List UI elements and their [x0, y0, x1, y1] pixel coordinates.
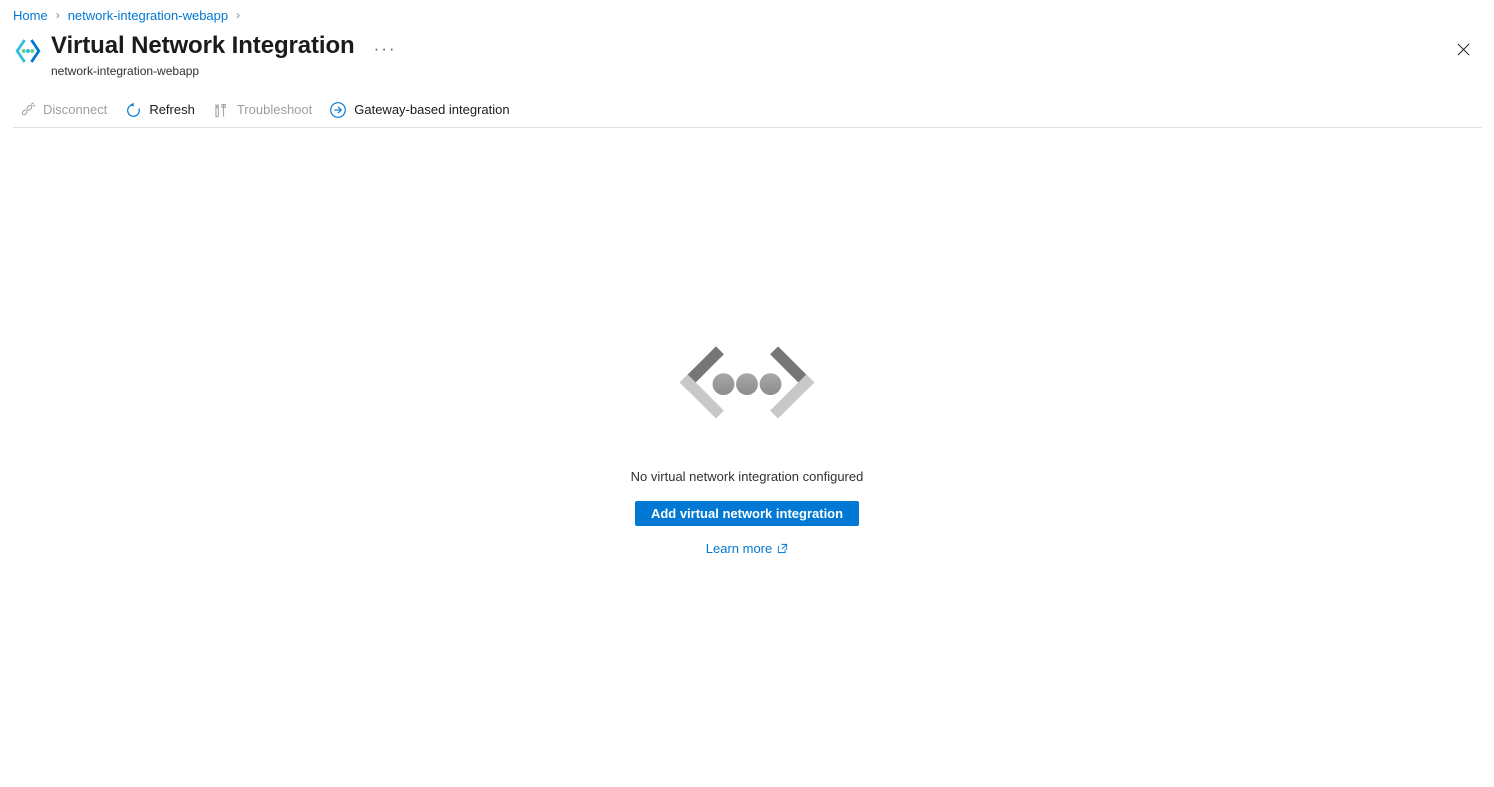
empty-state-message: No virtual network integration configure… [630, 469, 864, 484]
close-blade-button[interactable] [1448, 34, 1478, 64]
command-troubleshoot[interactable]: Troubleshoot [207, 97, 320, 123]
troubleshoot-icon [211, 100, 231, 120]
refresh-icon [123, 100, 143, 120]
external-link-icon [778, 543, 788, 554]
page-header: Virtual Network Integration ··· network-… [13, 32, 400, 79]
empty-state: No virtual network integration configure… [0, 330, 1494, 556]
code-brackets-dots-illustration [663, 330, 831, 450]
arrow-circle-right-icon [328, 100, 348, 120]
vnet-integration-icon [13, 36, 43, 66]
page-subtitle: network-integration-webapp [51, 64, 200, 78]
breadcrumb: Home › network-integration-webapp › [13, 5, 248, 25]
command-gateway-based-integration[interactable]: Gateway-based integration [324, 97, 517, 123]
more-options-button[interactable]: ··· [371, 40, 400, 57]
breadcrumb-item-webapp[interactable]: network-integration-webapp [68, 8, 228, 23]
close-icon [1456, 42, 1470, 56]
breadcrumb-item-home[interactable]: Home [13, 8, 48, 23]
learn-more-label: Learn more [705, 541, 773, 556]
breadcrumb-separator-icon: › [55, 8, 60, 22]
command-disconnect[interactable]: Disconnect [13, 97, 115, 123]
toolbar-divider [13, 127, 1482, 128]
command-refresh-label: Refresh [149, 102, 195, 117]
add-vnet-integration-button[interactable]: Add virtual network integration [634, 501, 860, 526]
command-troubleshoot-label: Troubleshoot [236, 102, 313, 117]
page-header-text: Virtual Network Integration ··· network-… [51, 32, 400, 79]
command-gateway-label: Gateway-based integration [354, 102, 510, 117]
command-refresh[interactable]: Refresh [119, 97, 203, 123]
command-disconnect-label: Disconnect [43, 102, 108, 117]
command-bar: Disconnect Refresh Troubleshoot Gateway-… [13, 97, 522, 123]
disconnect-icon [17, 100, 37, 120]
breadcrumb-separator-icon: › [236, 8, 241, 22]
vnet-integration-blade: Home › network-integration-webapp › Virt… [0, 0, 1494, 787]
learn-more-link[interactable]: Learn more [706, 541, 788, 556]
page-title: Virtual Network Integration [51, 32, 355, 59]
